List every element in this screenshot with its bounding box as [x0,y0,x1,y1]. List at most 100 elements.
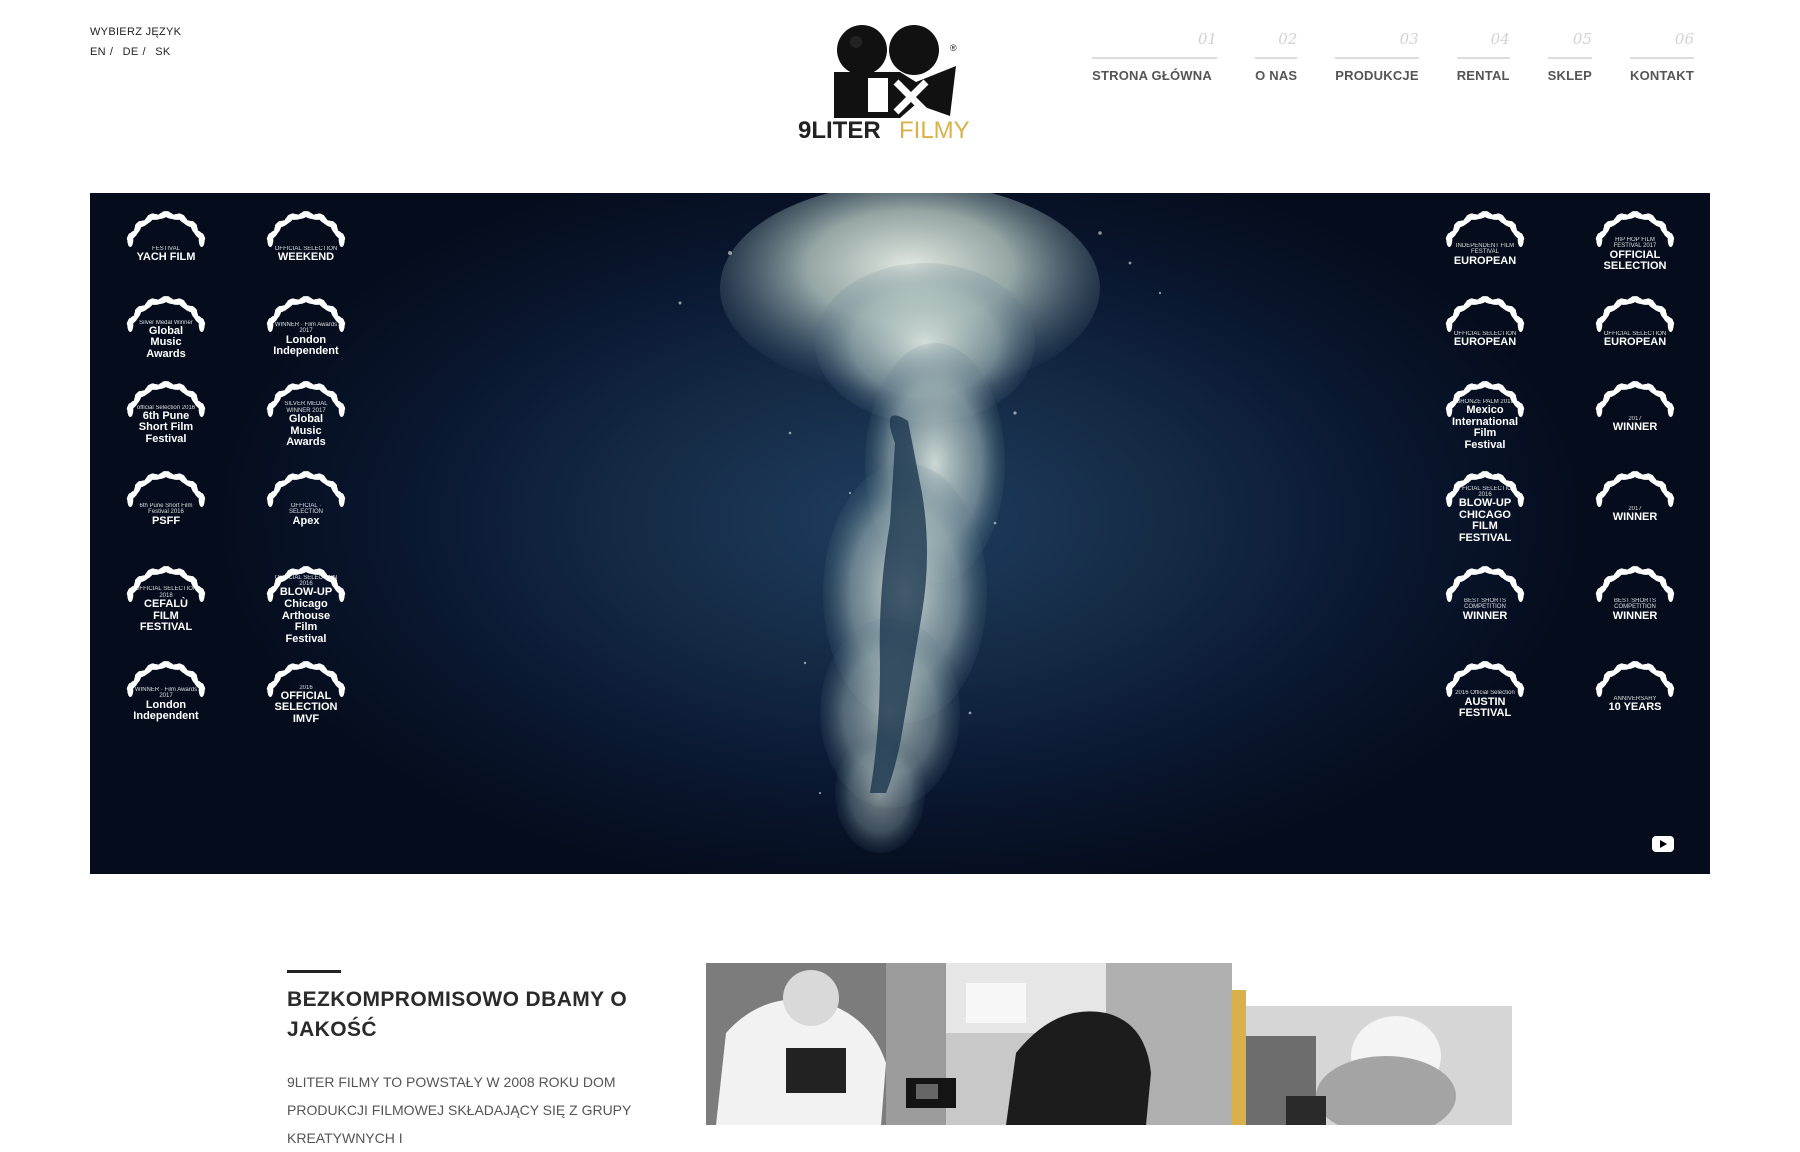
left-award-laurel: Silver Medal Winner Global Music Awards [107,292,225,384]
nav-item-about[interactable]: 02 O NAS [1255,30,1298,83]
award-text: BEST SHORTS COMPETITION WINNER [1452,584,1518,636]
nav-number: 02 [1278,30,1298,48]
lang-de-link[interactable]: DE [123,46,139,58]
award-subtitle: BRONZE PALM 2018 [1456,398,1514,405]
lang-en-link[interactable]: EN [90,46,106,58]
award-subtitle: official Selection 2016 [136,404,196,411]
award-title: Apex [292,514,320,527]
left-award-laurel: OFFICIAL · SELECTION Apex [247,467,365,559]
award-text: 6th Pune Short Film Festival 2016 PSFF [133,489,199,541]
award-subtitle: HIP HOP FILM FESTIVAL 2017 [1613,237,1657,250]
award-text: BEST SHORTS COMPETITION WINNER [1602,584,1668,636]
award-title: WEEKEND [277,251,335,264]
nav-divider [1255,57,1298,59]
right-award-laurel: BRONZE PALM 2018 Mexico International Fil… [1426,377,1544,469]
award-title: BLOW-UP Chicago Arthouse Film Festival [279,586,333,645]
nav-divider [1092,57,1218,59]
behind-the-scenes-photo [706,963,1232,1125]
nav-divider [1630,57,1694,59]
award-text: OFFICIAL SELECTION 2016 BLOW-UP CHICAGO F… [1452,486,1518,544]
award-subtitle: OFFICIAL SELECTION [1453,331,1517,338]
youtube-icon[interactable] [1652,836,1674,852]
nav-number: 06 [1674,30,1694,48]
award-text: 2017 WINNER [1602,489,1668,541]
award-text: OFFICIAL SELECTION EUROPEAN [1452,314,1518,366]
nav-number: 04 [1490,30,1510,48]
award-subtitle: 2016 Official Selection [1455,690,1515,697]
left-award-laurel: WINNER · Film Awards 2017 London Independ… [107,657,225,749]
award-text: SILVER MEDAL WINNER 2017 Global Music Awa… [273,399,339,451]
award-subtitle: INDEPENDENT FILM FESTIVAL [1455,242,1515,256]
nav-item-productions[interactable]: 03 PRODUKCJE [1335,30,1419,83]
award-text: OFFICIAL SELECTION 2018 CEFALÙ FILM FESTI… [133,584,199,636]
left-award-laurel: official Selection 2016 6th Pune Short Fi… [107,377,225,469]
award-title: WINNER [1612,609,1658,622]
hero-video[interactable]: FESTIVAL YACH FILM OFFICIAL SELECTION WEEKE… [90,193,1710,874]
award-text: ANNIVERSARY 10 YEARS [1602,679,1668,731]
nav-divider [1547,57,1593,59]
award-text: 2016 OFFICIAL SELECTION IMVF [273,679,339,731]
award-title: Global Music Awards [286,412,326,449]
award-title: Mexico International Film Festival [1452,404,1519,451]
camera-reels-icon [834,25,956,118]
nav-item-contact[interactable]: 06 KONTAKT [1630,30,1694,83]
nav-item-shop[interactable]: 05 SKLEP [1547,30,1593,83]
award-title: EUROPEAN [1453,254,1517,267]
award-subtitle: OFFICIAL · SELECTION [288,502,323,516]
nav-label: RENTAL [1456,68,1510,83]
award-subtitle: FESTIVAL [152,246,180,253]
award-title: Global Music Awards [146,324,186,360]
nav-number: 05 [1572,30,1593,48]
award-text: BRONZE PALM 2018 Mexico International Fil… [1452,399,1518,451]
award-title: BLOW-UP CHICAGO FILM FESTIVAL [1458,497,1512,544]
section-accent-line [287,970,341,973]
separator: / [109,46,114,58]
award-title: WINNER [1612,421,1658,434]
award-text: 2016 Official Selection AUSTIN FESTIVAL [1452,679,1518,731]
lang-sk-link[interactable]: SK [155,46,170,58]
award-subtitle: ANNIVERSARY [1613,696,1657,703]
left-award-laurel: SILVER MEDAL WINNER 2017 Global Music Awa… [247,377,365,469]
language-links: EN / DE / SK [90,46,181,58]
award-text: OFFICIAL · SELECTION Apex [273,489,339,541]
award-text: OFFICIAL SELECTION WEEKEND [273,229,339,281]
nav-item-rental[interactable]: 04 RENTAL [1456,30,1510,83]
award-text: 2017 WINNER [1602,399,1668,451]
nav-label: KONTAKT [1630,68,1694,83]
right-award-laurel: OFFICIAL SELECTION 2016 BLOW-UP CHICAGO F… [1426,467,1544,559]
award-subtitle: 6th Pune Short Film Festival 2016 [139,502,193,516]
section-title: BEZKOMPROMISOWO DBAMY O JAKOŚĆ [287,988,628,1042]
award-text: WINNER · Film Awards 2017 London Independ… [133,679,199,731]
right-award-laurel: BEST SHORTS COMPETITION WINNER [1576,562,1694,654]
nav-label: O NAS [1255,68,1298,83]
award-text: INDEPENDENT FILM FESTIVAL EUROPEAN [1452,229,1518,281]
nav-item-home[interactable]: 01 STRONA GŁÓWNA [1092,30,1218,83]
language-switcher: WYBIERZ JĘZYK EN / DE / SK [90,26,181,58]
award-title: EUROPEAN [1603,336,1667,349]
award-text: official Selection 2016 6th Pune Short Fi… [133,399,199,451]
award-subtitle: WINNER · Film Awards 2017 [134,687,198,700]
logo-word-9liter: 9LITER [798,117,881,142]
left-award-laurel: WINNER · Film Awards 2017 London Independ… [247,292,365,384]
right-award-laurel: 2017 WINNER [1576,467,1694,559]
site-logo[interactable]: ® 9LITER FILMY [796,14,1006,142]
right-award-laurel: BEST SHORTS COMPETITION WINNER [1426,562,1544,654]
nav-label: STRONA GŁÓWNA [1092,68,1212,83]
main-nav: 01 STRONA GŁÓWNA 02 O NAS 03 PRODUKCJE 0… [1092,30,1694,83]
left-award-laurel: OFFICIAL SELECTION WEEKEND [247,207,365,299]
nav-number: 01 [1198,30,1218,48]
right-award-laurel: 2017 WINNER [1576,377,1694,469]
award-subtitle: SILVER MEDAL WINNER 2017 [284,401,328,414]
award-title: WINNER [1462,609,1508,622]
logo-word-filmy: FILMY [899,117,970,142]
left-award-laurel: FESTIVAL YACH FILM [107,207,225,299]
award-subtitle: OFFICIAL SELECTION [1603,331,1667,338]
separator: / [142,46,146,58]
award-text: WINNER · Film Awards 2017 London Independ… [273,314,339,366]
award-text: HIP HOP FILM FESTIVAL 2017 OFFICIAL SELEC… [1602,229,1668,281]
award-title: OFFICIAL SELECTION IMVF [274,689,338,725]
award-text: Silver Medal Winner Global Music Awards [133,314,199,366]
photo-accent-bar [1232,990,1246,1125]
left-award-laurel: OFFICIAL SELECTION 2018 CEFALÙ FILM FESTI… [107,562,225,654]
award-title: YACH FILM [136,251,196,264]
